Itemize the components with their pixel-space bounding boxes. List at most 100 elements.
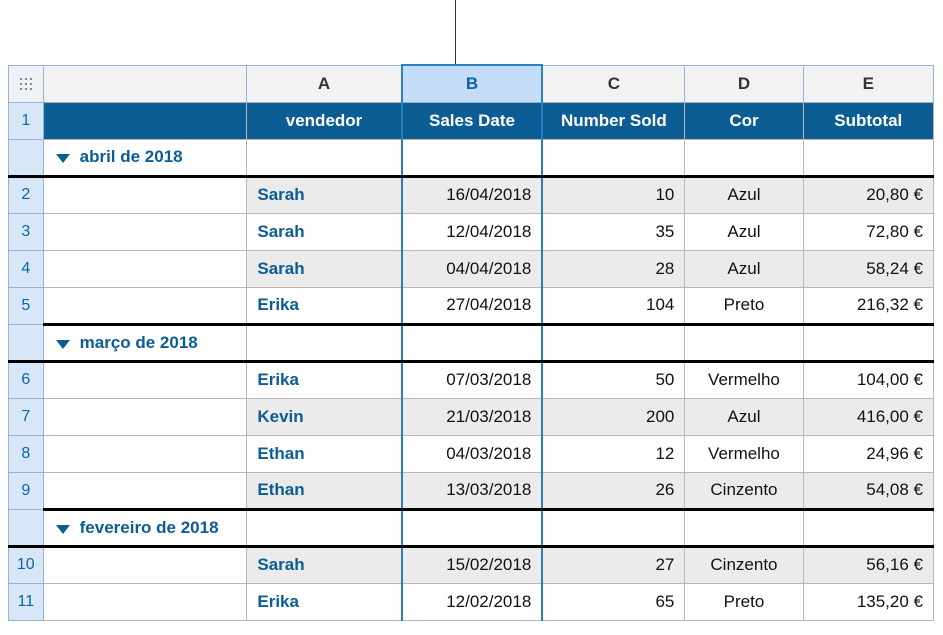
cell-vendedor[interactable]: Kevin [247,398,402,435]
cell-blank[interactable] [43,435,247,472]
cell-number-sold[interactable]: 26 [542,472,685,509]
cell-blank[interactable] [43,361,247,398]
cell-cor[interactable]: Cinzento [685,546,803,583]
cell-vendedor[interactable]: Ethan [247,435,402,472]
cell-vendedor[interactable]: Erika [247,287,402,324]
cell-vendedor[interactable]: Sarah [247,250,402,287]
cell-cor[interactable]: Preto [685,583,803,620]
cell-sales-date[interactable]: 07/03/2018 [402,361,543,398]
cell-blank[interactable] [43,583,247,620]
row-number[interactable]: 1 [9,102,44,139]
cell-cor[interactable]: Vermelho [685,435,803,472]
cell-blank[interactable] [803,509,933,546]
cell-cor[interactable]: Vermelho [685,361,803,398]
cell-blank[interactable] [542,509,685,546]
column-header-d[interactable]: D [685,65,803,102]
cell-blank[interactable] [542,139,685,176]
cell-cor[interactable]: Azul [685,398,803,435]
cell-blank[interactable] [43,176,247,213]
row-number[interactable]: 5 [9,287,44,324]
cell-number-sold[interactable]: 27 [542,546,685,583]
cell-subtotal[interactable]: 72,80 € [803,213,933,250]
column-header-a[interactable]: A [247,65,402,102]
row-number[interactable]: 7 [9,398,44,435]
row-number[interactable]: 3 [9,213,44,250]
cell-blank[interactable] [803,139,933,176]
cell-subtotal[interactable]: 54,08 € [803,472,933,509]
cell-sales-date[interactable]: 04/04/2018 [402,250,543,287]
cell-sales-date[interactable]: 27/04/2018 [402,287,543,324]
cell-blank[interactable] [685,324,803,361]
cell-vendedor[interactable]: Erika [247,583,402,620]
group-label[interactable]: abril de 2018 [43,139,247,176]
cell-vendedor[interactable]: Ethan [247,472,402,509]
cell-subtotal[interactable]: 104,00 € [803,361,933,398]
header-number-sold[interactable]: Number Sold [542,102,685,139]
row-number[interactable]: 6 [9,361,44,398]
header-subtotal[interactable]: Subtotal [803,102,933,139]
select-all-corner[interactable] [9,65,44,102]
cell-subtotal[interactable]: 24,96 € [803,435,933,472]
cell-sales-date[interactable]: 15/02/2018 [402,546,543,583]
column-header-blank[interactable] [43,65,247,102]
cell-blank[interactable] [43,472,247,509]
cell-blank[interactable] [43,398,247,435]
cell-vendedor[interactable]: Sarah [247,546,402,583]
cell-blank[interactable] [402,324,543,361]
cell-blank[interactable] [402,509,543,546]
cell-number-sold[interactable]: 50 [542,361,685,398]
row-number[interactable]: 8 [9,435,44,472]
cell-number-sold[interactable]: 200 [542,398,685,435]
cell-cor[interactable]: Azul [685,250,803,287]
cell-sales-date[interactable]: 12/04/2018 [402,213,543,250]
cell-cor[interactable]: Cinzento [685,472,803,509]
cell-sales-date[interactable]: 12/02/2018 [402,583,543,620]
cell-subtotal[interactable]: 135,20 € [803,583,933,620]
cell-blank[interactable] [247,324,402,361]
cell-blank[interactable] [43,250,247,287]
cell-subtotal[interactable]: 416,00 € [803,398,933,435]
row-number-blank[interactable] [9,509,44,546]
cell-blank[interactable] [685,509,803,546]
row-number[interactable]: 10 [9,546,44,583]
cell-blank[interactable] [542,324,685,361]
cell-blank[interactable] [43,213,247,250]
header-blank[interactable] [43,102,247,139]
cell-blank[interactable] [43,546,247,583]
row-number-blank[interactable] [9,324,44,361]
cell-blank[interactable] [685,139,803,176]
disclosure-triangle-icon[interactable] [56,154,70,163]
row-number-blank[interactable] [9,139,44,176]
row-number[interactable]: 11 [9,583,44,620]
cell-cor[interactable]: Azul [685,176,803,213]
cell-vendedor[interactable]: Erika [247,361,402,398]
row-number[interactable]: 9 [9,472,44,509]
column-header-e[interactable]: E [803,65,933,102]
cell-sales-date[interactable]: 04/03/2018 [402,435,543,472]
cell-number-sold[interactable]: 104 [542,287,685,324]
cell-sales-date[interactable]: 16/04/2018 [402,176,543,213]
group-label[interactable]: fevereiro de 2018 [43,509,247,546]
row-number[interactable]: 2 [9,176,44,213]
cell-cor[interactable]: Preto [685,287,803,324]
cell-number-sold[interactable]: 28 [542,250,685,287]
cell-blank[interactable] [247,139,402,176]
cell-vendedor[interactable]: Sarah [247,213,402,250]
cell-sales-date[interactable]: 13/03/2018 [402,472,543,509]
cell-blank[interactable] [803,324,933,361]
header-sales-date[interactable]: Sales Date [402,102,543,139]
cell-blank[interactable] [402,139,543,176]
header-cor[interactable]: Cor [685,102,803,139]
cell-blank[interactable] [43,287,247,324]
cell-subtotal[interactable]: 58,24 € [803,250,933,287]
cell-number-sold[interactable]: 12 [542,435,685,472]
cell-blank[interactable] [247,509,402,546]
cell-number-sold[interactable]: 10 [542,176,685,213]
cell-number-sold[interactable]: 35 [542,213,685,250]
cell-cor[interactable]: Azul [685,213,803,250]
cell-sales-date[interactable]: 21/03/2018 [402,398,543,435]
column-header-c[interactable]: C [542,65,685,102]
disclosure-triangle-icon[interactable] [56,340,70,349]
disclosure-triangle-icon[interactable] [56,525,70,534]
cell-subtotal[interactable]: 56,16 € [803,546,933,583]
